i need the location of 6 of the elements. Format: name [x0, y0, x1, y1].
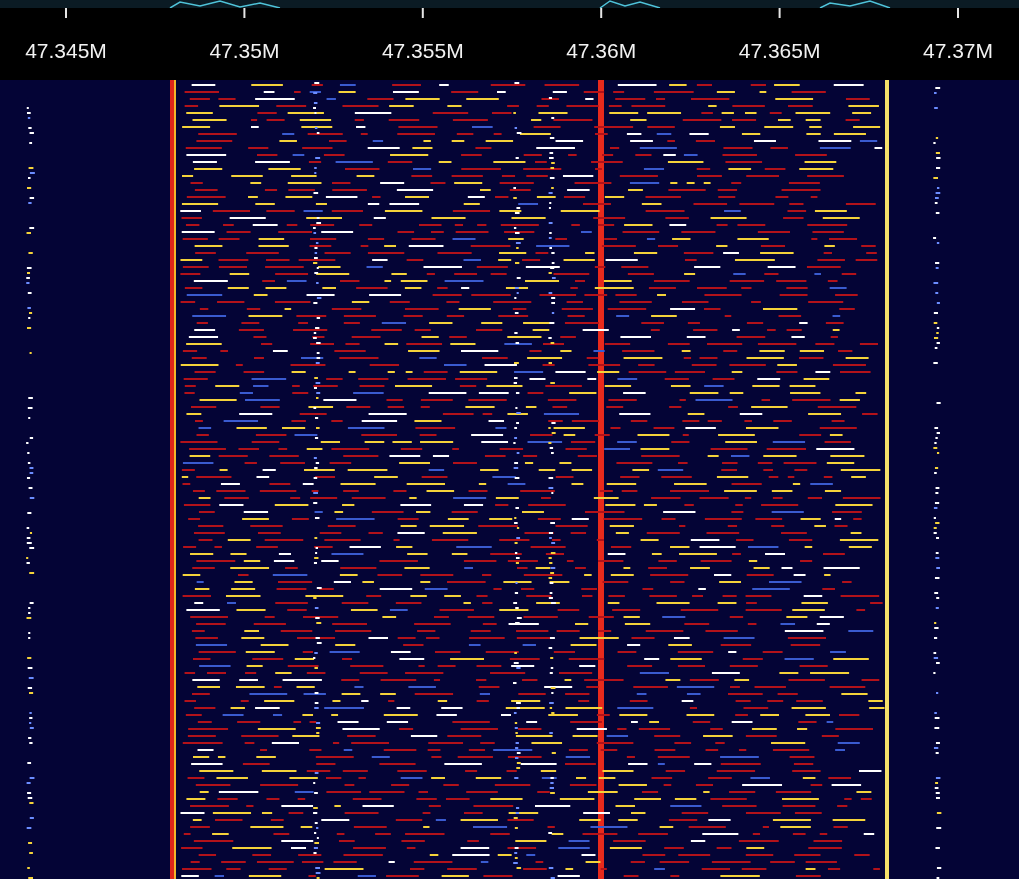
frequency-label: 47.36M: [566, 39, 637, 62]
frequency-label: 47.345M: [25, 39, 107, 62]
frequency-label: 47.365M: [738, 39, 821, 62]
frequency-label: 47.355M: [381, 39, 464, 62]
frequency-label: 47.37M: [923, 39, 993, 62]
frequency-label: 47.35M: [209, 39, 280, 62]
